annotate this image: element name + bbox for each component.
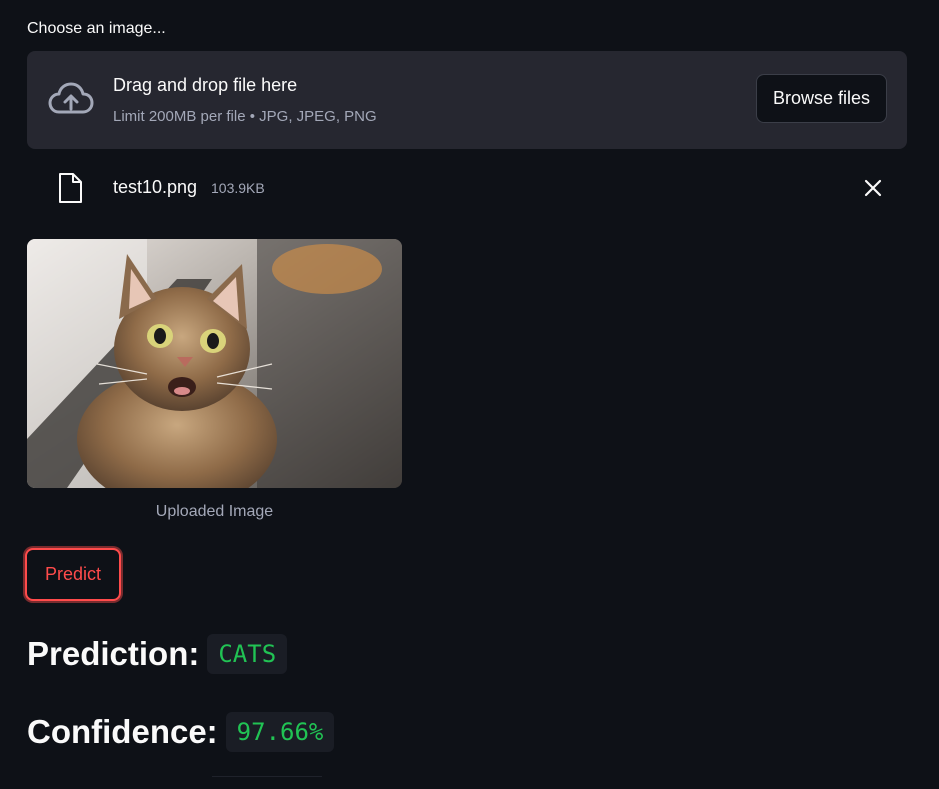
- prediction-result: Prediction: CATS: [27, 634, 288, 674]
- confidence-value: 97.66%: [225, 712, 335, 752]
- file-size: 103.9KB: [211, 180, 265, 196]
- uploader-label: Choose an image...: [27, 20, 166, 37]
- file-name: test10.png: [113, 177, 198, 197]
- app-page: Choose an image... Drag and drop file he…: [0, 0, 939, 789]
- image-caption: Uploaded Image: [155, 503, 274, 520]
- dropzone-subtitle: Limit 200MB per file • JPG, JPEG, PNG: [113, 108, 377, 125]
- divider: [212, 776, 322, 777]
- file-dropzone[interactable]: Drag and drop file here Limit 200MB per …: [27, 51, 907, 149]
- predict-button[interactable]: Predict: [25, 548, 121, 601]
- close-icon[interactable]: [863, 178, 883, 198]
- prediction-value: CATS: [207, 634, 288, 674]
- cloud-upload-icon: [48, 82, 94, 114]
- uploaded-file-row: test10.png 103.9KB: [27, 168, 907, 208]
- confidence-result: Confidence: 97.66%: [27, 712, 335, 752]
- file-icon: [59, 173, 82, 203]
- cat-photo: [27, 239, 402, 488]
- uploaded-image: [27, 239, 402, 488]
- confidence-label: Confidence:: [27, 713, 218, 750]
- prediction-label: Prediction:: [27, 635, 200, 672]
- browse-files-button[interactable]: Browse files: [756, 74, 887, 123]
- dropzone-title: Drag and drop file here: [113, 75, 298, 95]
